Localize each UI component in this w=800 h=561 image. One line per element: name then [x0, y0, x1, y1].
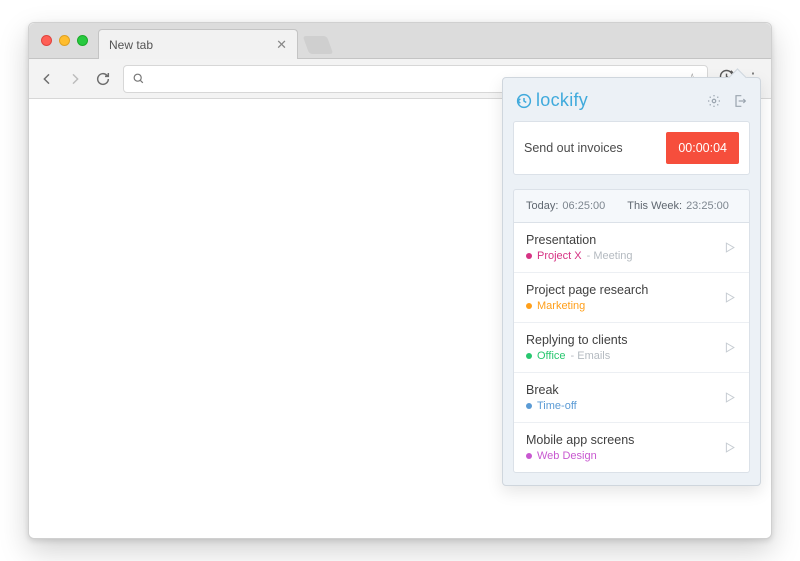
entry-title: Presentation — [526, 233, 722, 247]
entry-title: Replying to clients — [526, 333, 722, 347]
entry-project: Web Design — [537, 450, 597, 462]
play-entry-icon[interactable] — [722, 240, 737, 255]
entry-subline: Marketing — [526, 300, 722, 312]
reload-button[interactable] — [95, 71, 113, 87]
logout-icon[interactable] — [732, 93, 748, 109]
brand-text: lockify — [536, 90, 588, 111]
back-button[interactable] — [39, 71, 57, 87]
tab-title: New tab — [109, 38, 276, 52]
play-entry-icon[interactable] — [722, 290, 737, 305]
entry-main: Break Time-off — [526, 383, 722, 412]
entry-project: Project X — [537, 250, 582, 262]
active-tracker: Send out invoices 00:00:04 — [513, 121, 750, 175]
project-color-dot — [526, 253, 532, 259]
search-icon — [132, 72, 145, 85]
week-value: 23:25:00 — [686, 200, 729, 212]
tab-bar: New tab ✕ — [29, 23, 771, 59]
recent-entries-list: Presentation Project X - Meeting Project pa… — [513, 222, 750, 473]
play-entry-icon[interactable] — [722, 440, 737, 455]
time-entry[interactable]: Presentation Project X - Meeting — [514, 223, 749, 273]
tracker-timer-button[interactable]: 00:00:04 — [666, 132, 739, 164]
project-color-dot — [526, 403, 532, 409]
entry-title: Project page research — [526, 283, 722, 297]
entry-tag: - Emails — [571, 350, 611, 362]
tracker-description[interactable]: Send out invoices — [524, 141, 666, 155]
maximize-window-button[interactable] — [77, 35, 88, 46]
clockify-popup: lockify Send out invoices 00:00:04 Today… — [502, 77, 761, 486]
play-entry-icon[interactable] — [722, 390, 737, 405]
entry-main: Project page research Marketing — [526, 283, 722, 312]
entry-title: Break — [526, 383, 722, 397]
browser-tab[interactable]: New tab ✕ — [98, 29, 298, 59]
today-value: 06:25:00 — [562, 200, 605, 212]
entry-main: Presentation Project X - Meeting — [526, 233, 722, 262]
project-color-dot — [526, 353, 532, 359]
popup-header: lockify — [503, 78, 760, 121]
entry-subline: Time-off — [526, 400, 722, 412]
close-tab-icon[interactable]: ✕ — [276, 37, 287, 53]
entry-subline: Office - Emails — [526, 350, 722, 362]
entry-title: Mobile app screens — [526, 433, 722, 447]
new-tab-button[interactable] — [303, 36, 334, 54]
entry-main: Mobile app screens Web Design — [526, 433, 722, 462]
today-label: Today: — [526, 200, 558, 212]
close-window-button[interactable] — [41, 35, 52, 46]
settings-gear-icon[interactable] — [706, 93, 722, 109]
project-color-dot — [526, 453, 532, 459]
entry-subline: Web Design — [526, 450, 722, 462]
time-entry[interactable]: Replying to clients Office - Emails — [514, 323, 749, 373]
entry-tag: - Meeting — [587, 250, 633, 262]
project-color-dot — [526, 303, 532, 309]
time-summary: Today: 06:25:00 This Week: 23:25:00 — [513, 189, 750, 222]
entry-project: Office — [537, 350, 566, 362]
time-entry[interactable]: Project page research Marketing — [514, 273, 749, 323]
clockify-brand: lockify — [515, 90, 696, 111]
time-entry[interactable]: Break Time-off — [514, 373, 749, 423]
forward-button[interactable] — [67, 71, 85, 87]
window-controls — [41, 35, 88, 46]
time-entry[interactable]: Mobile app screens Web Design — [514, 423, 749, 472]
minimize-window-button[interactable] — [59, 35, 70, 46]
entry-project: Marketing — [537, 300, 585, 312]
play-entry-icon[interactable] — [722, 340, 737, 355]
week-label: This Week: — [627, 200, 682, 212]
entry-project: Time-off — [537, 400, 577, 412]
entry-subline: Project X - Meeting — [526, 250, 722, 262]
clockify-logo-icon — [515, 92, 533, 110]
entry-main: Replying to clients Office - Emails — [526, 333, 722, 362]
